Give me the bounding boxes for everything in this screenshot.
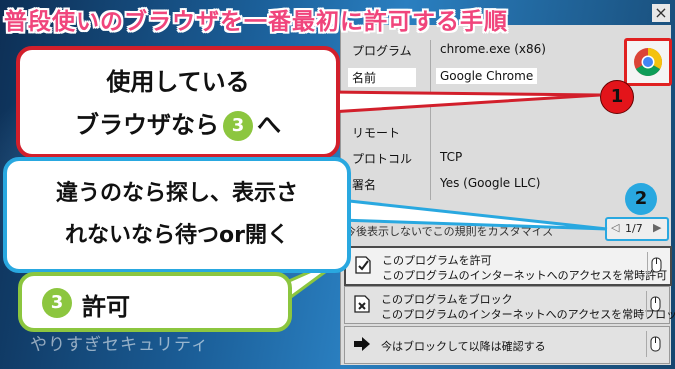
callout-use-browser: 使用している ブラウザなら 3 へ [16,46,340,158]
callout2-line2: れないなら待つor開く [65,223,289,248]
callout-allow: 3 許可 [18,272,292,332]
callout-search-or-wait: 違うのなら探し、表示さ れないなら待つor開く [3,157,351,273]
pointer-1 [328,90,601,114]
pointer-2 [338,198,608,231]
step-3-badge: 3 [223,111,253,141]
callout1-line2: ブラウザなら 3 へ [20,105,336,141]
screenshot: やりすぎセキュリティ × プログラム chrome.exe (x86) 名前 G… [0,0,675,369]
callout2-line1: 違うのなら探し、表示さ [55,181,298,206]
callout3-text: 許可 [82,293,130,321]
step-3-badge: 3 [42,288,72,318]
step-1-badge: 1 [600,80,634,114]
callout1-line2-a: ブラウザなら [75,111,219,139]
callout1-line2-b: へ [257,111,281,139]
page-title: 普段使いのブラウザを一番最初に許可する手順 [4,9,508,35]
callout1-line1: 使用している [106,68,250,96]
step-2-badge: 2 [625,183,657,215]
